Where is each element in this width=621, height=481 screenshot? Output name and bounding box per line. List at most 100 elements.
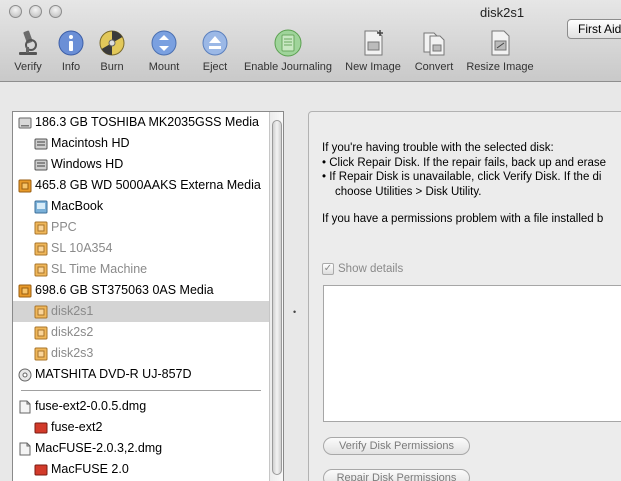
sidebar-item[interactable]: Macintosh HD	[13, 133, 269, 154]
sidebar-item[interactable]: MATSHITA DVD-R UJ-857D	[13, 364, 269, 385]
resize-image-label: Resize Image	[466, 61, 534, 73]
sidebar-item[interactable]: 698.6 GB ST375063 0AS Media	[13, 280, 269, 301]
sidebar-scroll-thumb[interactable]	[272, 120, 282, 475]
disk-list: 186.3 GB TOSHIBA MK2035GSS Media Macintos…	[13, 112, 269, 480]
sidebar-item[interactable]: MacBook	[13, 196, 269, 217]
enable-journaling-label: Enable Journaling	[243, 61, 333, 73]
sidebar-item-label: SL Time Machine	[51, 262, 148, 276]
sidebar-item[interactable]: 186.3 GB TOSHIBA MK2035GSS Media	[13, 112, 269, 133]
sidebar-scrollbar[interactable]	[269, 112, 283, 481]
sidebar-item-label: PPC	[51, 220, 77, 234]
split-view-handle[interactable]: •	[293, 307, 296, 317]
burn-icon	[99, 30, 125, 56]
new-image-icon	[364, 30, 383, 56]
verify-button[interactable]: Verify	[9, 28, 47, 73]
mount-button[interactable]: Mount	[146, 28, 182, 73]
window-titlebar: disk2s1 Verify Info Burn Mount Eject Ena…	[0, 0, 621, 82]
external-volume-icon	[34, 263, 48, 277]
first-aid-panel: If you're having trouble with the select…	[308, 111, 621, 481]
sidebar-item-label: 698.6 GB ST375063 0AS Media	[35, 283, 214, 297]
minimize-window-button[interactable]	[29, 5, 42, 18]
mounted-image-volume-icon	[34, 421, 48, 435]
external-drive-icon	[18, 179, 32, 193]
eject-button[interactable]: Eject	[200, 28, 230, 73]
convert-button[interactable]: Convert	[412, 28, 456, 73]
new-image-button[interactable]: New Image	[343, 28, 403, 73]
mount-label: Mount	[148, 61, 180, 73]
sidebar-item-label: 465.8 GB WD 5000AAKS Externa Media	[35, 178, 261, 192]
toolbar: Verify Info Burn Mount Eject Enable Jour…	[0, 28, 621, 80]
instructions-permissions: If you have a permissions problem with a…	[322, 213, 604, 225]
disk-sidebar: 186.3 GB TOSHIBA MK2035GSS Media Macintos…	[12, 111, 284, 481]
sidebar-item-label: 186.3 GB TOSHIBA MK2035GSS Media	[35, 115, 259, 129]
sidebar-item[interactable]: MacFUSE-2.0.3,2.dmg	[13, 438, 269, 459]
info-label: Info	[61, 61, 81, 73]
verify-disk-permissions-button[interactable]: Verify Disk Permissions	[323, 437, 470, 455]
sidebar-item-label: disk2s3	[51, 346, 94, 360]
sidebar-item-label: SL 10A354	[51, 241, 113, 255]
convert-label: Convert	[414, 61, 454, 73]
sidebar-item-label: Windows HD	[51, 157, 124, 171]
repair-disk-permissions-button[interactable]: Repair Disk Permissions	[323, 469, 470, 481]
close-window-button[interactable]	[9, 5, 22, 18]
sidebar-item[interactable]: Windows HD	[13, 154, 269, 175]
convert-icon	[423, 32, 445, 56]
disk-image-icon	[18, 400, 32, 414]
instructions-intro: If you're having trouble with the select…	[322, 142, 554, 154]
tab-first-aid[interactable]: First Aid	[567, 19, 621, 39]
resize-image-button[interactable]: Resize Image	[464, 28, 536, 73]
info-icon	[58, 30, 84, 56]
window-controls	[9, 5, 62, 18]
enable-journaling-button[interactable]: Enable Journaling	[240, 28, 336, 73]
disk-image-icon	[18, 442, 32, 456]
mount-icon	[151, 30, 177, 56]
instructions-bullet-verify: • If Repair Disk is unavailable, click V…	[322, 171, 602, 183]
eject-icon	[202, 30, 228, 56]
instructions-bullet-verify-cont: choose Utilities > Disk Utility.	[335, 185, 482, 198]
sidebar-item-label: MATSHITA DVD-R UJ-857D	[35, 367, 192, 381]
burn-button[interactable]: Burn	[97, 28, 127, 73]
burn-label: Burn	[100, 61, 124, 73]
volume-icon	[34, 137, 48, 151]
sidebar-item-label: MacFUSE 2.0	[51, 462, 129, 476]
external-volume-icon	[34, 326, 48, 340]
external-volume-icon	[34, 221, 48, 235]
journal-icon	[274, 29, 302, 57]
eject-label: Eject	[202, 61, 228, 73]
sidebar-item[interactable]: 465.8 GB WD 5000AAKS Externa Media	[13, 175, 269, 196]
sidebar-item-label: MacFUSE-2.0.3,2.dmg	[35, 441, 163, 455]
sidebar-item[interactable]: fuse-ext2	[13, 417, 269, 438]
sidebar-item[interactable]: disk2s1	[13, 301, 269, 322]
new-image-label: New Image	[345, 61, 401, 73]
sidebar-item[interactable]: fuse-ext2-0.0.5.dmg	[13, 396, 269, 417]
volume-icon	[34, 158, 48, 172]
hard-drive-icon	[18, 116, 32, 130]
checkmark-icon: ✓	[322, 263, 334, 275]
instructions-bullet-repair: • Click Repair Disk. If the repair fails…	[322, 156, 606, 169]
sidebar-item[interactable]: MacFUSE 2.0	[13, 459, 269, 480]
window-title: disk2s1	[480, 5, 525, 20]
macbook-volume-icon	[34, 200, 48, 214]
show-details-checkbox[interactable]: ✓ Show details	[322, 263, 403, 275]
sidebar-item[interactable]: SL 10A354	[13, 238, 269, 259]
details-log[interactable]	[323, 285, 621, 422]
sidebar-item[interactable]: disk2s2	[13, 322, 269, 343]
sidebar-item[interactable]: disk2s3	[13, 343, 269, 364]
first-aid-instructions: If you're having trouble with the select…	[322, 141, 621, 227]
sidebar-item[interactable]: PPC	[13, 217, 269, 238]
zoom-window-button[interactable]	[49, 5, 62, 18]
external-volume-icon	[34, 305, 48, 319]
sidebar-item-label: fuse-ext2	[51, 420, 103, 434]
sidebar-item[interactable]: SL Time Machine	[13, 259, 269, 280]
sidebar-item-label: fuse-ext2-0.0.5.dmg	[35, 399, 147, 413]
optical-drive-icon	[18, 368, 32, 382]
resize-image-icon	[491, 30, 510, 56]
main-content: 186.3 GB TOSHIBA MK2035GSS Media Macintos…	[0, 83, 621, 481]
verify-label: Verify	[14, 61, 42, 73]
show-details-label: Show details	[338, 263, 404, 275]
sidebar-item-label: Macintosh HD	[51, 136, 130, 150]
info-button[interactable]: Info	[56, 28, 86, 73]
sidebar-item-label: disk2s2	[51, 325, 94, 339]
external-volume-icon	[34, 242, 48, 256]
sidebar-item-label: MacBook	[51, 199, 104, 213]
